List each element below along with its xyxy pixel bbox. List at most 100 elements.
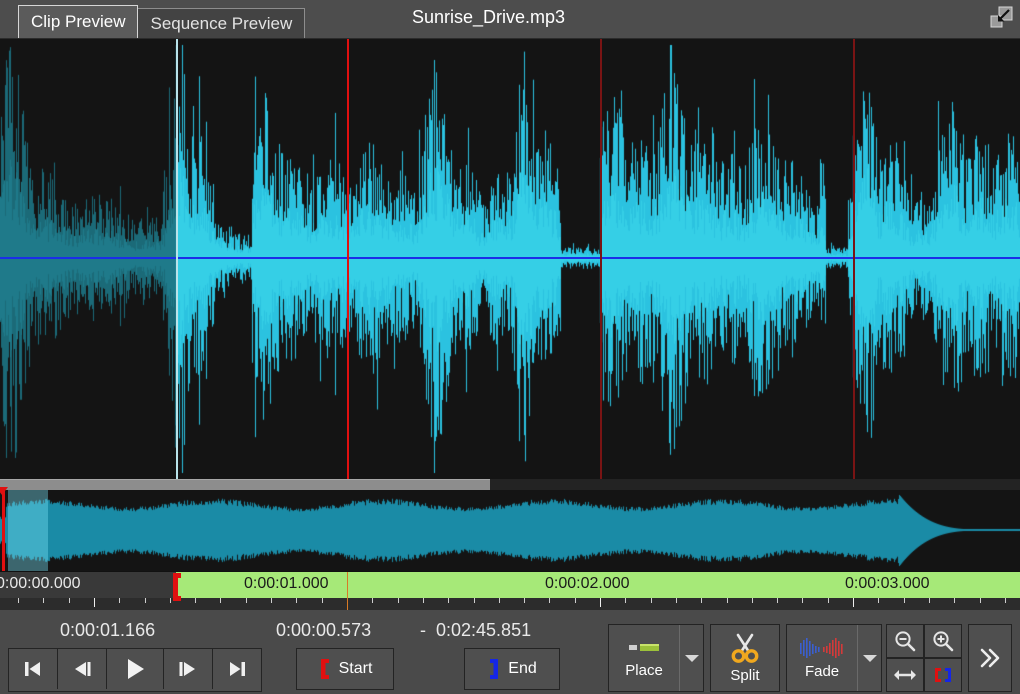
- ruler-tick: [802, 598, 803, 603]
- step-forward-button[interactable]: [164, 649, 213, 689]
- zoom-out-button[interactable]: [886, 624, 924, 658]
- ruler-tick: [18, 598, 19, 603]
- ruler-position-marker: [347, 572, 348, 610]
- start-bracket-icon: [318, 658, 332, 680]
- restore-down-left-icon[interactable]: [988, 5, 1014, 31]
- set-end-label: End: [508, 660, 536, 678]
- ruler-tick: [69, 598, 70, 603]
- main-waveform-view[interactable]: [0, 39, 1020, 479]
- set-start-label: Start: [339, 660, 373, 678]
- ruler-tick: [246, 598, 247, 603]
- ruler-tick: [1005, 598, 1006, 603]
- chevron-down-icon: [684, 653, 700, 663]
- split-tool-button[interactable]: Split: [711, 625, 779, 691]
- tab-sequence-preview[interactable]: Sequence Preview: [137, 8, 305, 38]
- ruler-tick: [119, 598, 120, 603]
- end-bracket-icon: [487, 658, 501, 680]
- overview-strip[interactable]: [0, 479, 1020, 571]
- selection-end-readout: 0:02:45.851: [436, 620, 531, 641]
- magnifier-minus-icon: [893, 629, 917, 653]
- zoom-to-selection-button[interactable]: [924, 658, 962, 692]
- overview-scrollbar-track[interactable]: [0, 479, 1020, 490]
- ruler-tick: [929, 598, 930, 603]
- fade-tool-group: Fade: [786, 624, 882, 692]
- ruler-tick: [600, 598, 601, 607]
- set-start-button[interactable]: Start: [296, 648, 394, 690]
- split-tool-label: Split: [730, 667, 759, 684]
- ruler-label-3: 0:00:03.000: [845, 575, 930, 593]
- playhead-cursor[interactable]: [347, 39, 349, 479]
- split-tool-group: Split: [710, 624, 780, 692]
- ruler-tick: [499, 598, 500, 603]
- step-forward-icon: [176, 658, 200, 680]
- overview-start-handle-icon[interactable]: [0, 487, 8, 495]
- second-marker-line: [853, 39, 855, 479]
- ruler-tick: [43, 598, 44, 603]
- arrows-horizontal-icon: [892, 666, 918, 684]
- double-chevron-right-icon: [977, 645, 1003, 671]
- more-tools-button[interactable]: [968, 624, 1012, 692]
- ruler-start-bracket-icon[interactable]: [170, 572, 182, 602]
- ruler-tick: [676, 598, 677, 603]
- ruler-tick: [777, 598, 778, 603]
- go-to-end-button[interactable]: [213, 649, 261, 689]
- ruler-tick: [398, 598, 399, 603]
- ruler-tick: [549, 598, 550, 603]
- ruler-tick: [701, 598, 702, 603]
- ruler-tick: [524, 598, 525, 603]
- step-back-button[interactable]: [58, 649, 107, 689]
- selection-start-readout: 0:00:00.573: [276, 620, 371, 641]
- ruler-tick: [145, 598, 146, 603]
- zoom-to-selection-icon: [930, 666, 956, 684]
- zoom-fit-button[interactable]: [886, 658, 924, 692]
- step-backward-icon: [70, 658, 94, 680]
- cursor-time-readout: 0:00:01.166: [60, 620, 155, 641]
- zoom-controls: [886, 624, 962, 692]
- ruler-tick: [474, 598, 475, 603]
- ruler-tick: [853, 598, 854, 607]
- set-end-button[interactable]: End: [464, 648, 560, 690]
- ruler-tick: [878, 598, 879, 603]
- zoom-in-button[interactable]: [924, 624, 962, 658]
- place-dropdown-button[interactable]: [679, 625, 703, 691]
- skip-to-start-icon: [21, 658, 45, 680]
- selection-separator: -: [420, 620, 426, 641]
- tab-clip-preview[interactable]: Clip Preview: [18, 5, 138, 38]
- fade-dropdown-button[interactable]: [857, 625, 881, 691]
- go-to-start-button[interactable]: [9, 649, 58, 689]
- ruler-tick: [195, 598, 196, 603]
- ruler-tick: [448, 598, 449, 603]
- play-button[interactable]: [107, 649, 164, 689]
- place-tool-label: Place: [625, 662, 663, 679]
- ruler-tick: [423, 598, 424, 603]
- ruler-tick: [271, 598, 272, 603]
- ruler-tick: [727, 598, 728, 603]
- document-title: Sunrise_Drive.mp3: [412, 7, 565, 28]
- ruler-label-2: 0:00:02.000: [545, 575, 630, 593]
- scissors-icon: [729, 633, 761, 663]
- place-tool-button[interactable]: Place: [609, 625, 679, 691]
- crossfade-icon: [799, 637, 845, 659]
- overview-selection-region[interactable]: [8, 490, 48, 571]
- waveform-canvas[interactable]: [0, 39, 1020, 479]
- ruler-label-1: 0:00:01.000: [244, 575, 329, 593]
- fade-tool-button[interactable]: Fade: [787, 625, 857, 691]
- ruler-tick: [220, 598, 221, 603]
- timeline-ruler[interactable]: 0:00:00.000 0:00:01.000 0:00:02.000 0:00…: [0, 571, 1020, 610]
- skip-to-end-icon: [225, 658, 249, 680]
- second-marker-line: [600, 39, 602, 479]
- place-clip-icon: [627, 638, 661, 658]
- transport-controls: [8, 648, 262, 692]
- ruler-tick: [954, 598, 955, 603]
- overview-waveform-canvas[interactable]: [0, 490, 1020, 571]
- ruler-tick-row: [0, 598, 1020, 610]
- ruler-tick: [980, 598, 981, 603]
- ruler-tick: [94, 598, 95, 607]
- waveform-center-line: [0, 257, 1020, 259]
- ruler-tick: [322, 598, 323, 603]
- ruler-label-0: 0:00:00.000: [0, 575, 81, 593]
- selection-start-line[interactable]: [176, 39, 178, 479]
- chevron-down-icon: [862, 653, 878, 663]
- ruler-tick: [651, 598, 652, 603]
- overview-start-marker[interactable]: [2, 487, 5, 571]
